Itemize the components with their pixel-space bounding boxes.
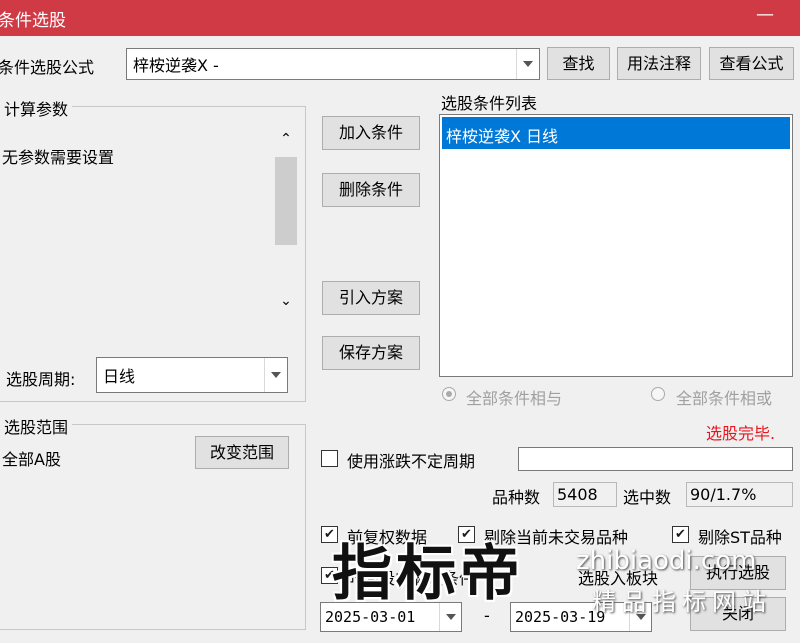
window-title: 条件选股 <box>0 11 66 31</box>
range-group-title: 选股范围 <box>0 414 73 438</box>
selected-value: 90/1.7% <box>690 485 757 504</box>
watermark-url: zhibiaodi.com <box>576 546 757 576</box>
change-range-button[interactable]: 改变范围 <box>195 436 289 469</box>
title-bar: 条件选股 — <box>0 0 800 36</box>
formula-combo[interactable]: 梓桉逆袭X - <box>126 48 540 80</box>
status-text: 选股完毕. <box>706 424 776 443</box>
or-radio[interactable] <box>651 387 665 401</box>
formula-combo-value: 梓桉逆袭X - <box>133 56 219 75</box>
params-scrollbar[interactable]: ⌃ ⌄ <box>273 131 299 320</box>
params-text: 无参数需要设置 <box>2 148 115 167</box>
watermark-logo: 指标帝 <box>332 539 524 609</box>
period-label: 选股周期: <box>6 370 76 389</box>
exclude-st-label: 剔除ST品种 <box>698 528 782 547</box>
and-radio[interactable] <box>442 387 456 401</box>
use-period-checkbox[interactable] <box>321 450 338 467</box>
range-value: 全部A股 <box>2 450 61 469</box>
save-plan-button[interactable]: 保存方案 <box>322 336 420 370</box>
period-combo-value: 日线 <box>103 367 136 386</box>
selected-label: 选中数 <box>623 488 672 507</box>
condition-list-title: 选股条件列表 <box>441 94 538 113</box>
or-radio-label: 全部条件相或 <box>676 389 773 408</box>
find-button[interactable]: 查找 <box>547 47 610 80</box>
use-period-input[interactable] <box>518 447 793 471</box>
watermark-subtitle: 精品指标网站 <box>592 588 772 616</box>
list-item-label: 梓桉逆袭X 日线 <box>446 127 559 146</box>
params-group-title: 计算参数 <box>0 96 73 120</box>
usage-notes-button[interactable]: 用法注释 <box>617 47 701 80</box>
period-combo[interactable]: 日线 <box>96 357 288 393</box>
use-period-label: 使用涨跌不定周期 <box>347 452 476 471</box>
chevron-down-icon[interactable] <box>516 49 539 79</box>
condition-list[interactable]: 梓桉逆袭X 日线 <box>439 114 793 377</box>
selected-value-box: 90/1.7% <box>686 482 793 507</box>
chevron-down-icon[interactable] <box>264 358 287 392</box>
minimize-button[interactable]: — <box>754 4 776 28</box>
import-plan-button[interactable]: 引入方案 <box>322 281 420 315</box>
count-label: 品种数 <box>492 488 541 507</box>
view-formula-button[interactable]: 查看公式 <box>709 47 794 80</box>
scroll-down-icon[interactable]: ⌄ <box>273 293 299 317</box>
formula-label: 条件选股公式 <box>0 58 95 77</box>
add-condition-button[interactable]: 加入条件 <box>322 116 420 150</box>
scroll-up-icon[interactable]: ⌃ <box>273 131 299 155</box>
scrollbar-thumb[interactable] <box>275 157 297 245</box>
count-value-box: 5408 <box>553 482 617 507</box>
exclude-st-checkbox[interactable]: ✔ <box>672 526 689 543</box>
and-radio-label: 全部条件相与 <box>466 389 563 408</box>
delete-condition-button[interactable]: 删除条件 <box>322 173 420 207</box>
count-value: 5408 <box>557 485 598 504</box>
list-item[interactable]: 梓桉逆袭X 日线 <box>442 117 790 149</box>
